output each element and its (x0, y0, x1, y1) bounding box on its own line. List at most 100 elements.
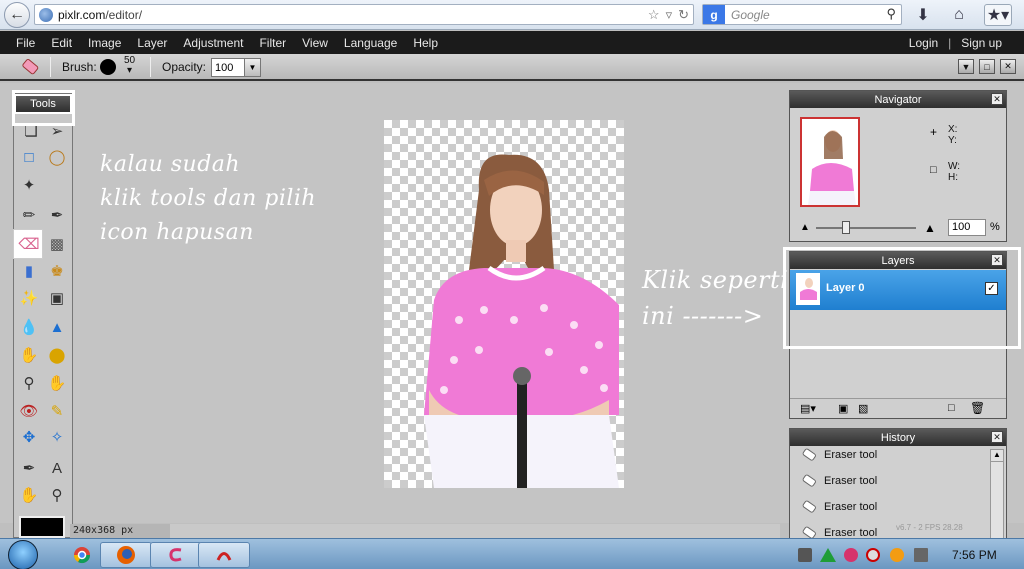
menu-edit[interactable]: Edit (43, 36, 80, 50)
gradient-icon[interactable]: ▮ (18, 260, 40, 282)
history-item[interactable]: Eraser tool (800, 470, 877, 492)
menu-layer[interactable]: Layer (129, 36, 175, 50)
brush-icon[interactable]: ✒ (46, 204, 68, 226)
history-item[interactable]: Eraser tool (800, 444, 877, 466)
image-canvas[interactable] (384, 120, 624, 488)
new-layer-icon[interactable]: □ (948, 402, 955, 414)
layer-style-icon[interactable]: ▧ (858, 402, 868, 415)
tray-device-icon[interactable] (798, 548, 812, 562)
paint-bucket-icon[interactable]: ▩ (46, 233, 68, 255)
close-icon[interactable]: ✕ (991, 431, 1003, 443)
google-icon[interactable]: g (703, 5, 725, 24)
color-replace-icon[interactable]: ✨ (18, 287, 40, 309)
eraser-icon (802, 500, 816, 513)
scroll-up-icon[interactable]: ▲ (991, 450, 1003, 462)
firefox-taskbar-icon[interactable] (100, 542, 152, 568)
opacity-select[interactable]: 100 ▼ (211, 58, 261, 77)
navigator-thumbnail[interactable] (800, 117, 860, 207)
history-item[interactable]: Eraser tool (800, 496, 877, 518)
fps-readout: v6.7 - 2 FPS 28.28 (896, 523, 963, 532)
sponge-icon[interactable]: ⬤ (46, 344, 68, 366)
menu-file[interactable]: File (8, 36, 43, 50)
zoom-out-icon[interactable]: ▲ (800, 222, 810, 233)
menu-help[interactable]: Help (405, 36, 446, 50)
menu-image[interactable]: Image (80, 36, 129, 50)
clone-stamp-icon[interactable]: ♚ (46, 260, 68, 282)
bookmark-star-icon[interactable]: ☆ (648, 7, 660, 23)
tray-network-icon[interactable] (914, 548, 928, 562)
close-icon[interactable]: ✕ (991, 93, 1003, 105)
dropdown-arrow-icon[interactable]: ▿ (666, 7, 673, 23)
layer-mask-icon[interactable]: ▣ (838, 402, 848, 415)
eraser-tool-icon[interactable]: ⌫ (18, 233, 40, 255)
opacity-value: 100 (215, 61, 234, 74)
color-swatch[interactable] (19, 516, 65, 538)
bloat-icon[interactable]: ✥ (18, 426, 40, 448)
reload-icon[interactable]: ↻ (678, 7, 689, 23)
lasso-icon[interactable]: ◯ (46, 146, 68, 168)
back-arrow-icon[interactable]: ← (4, 2, 30, 28)
app-taskbar-icon[interactable] (150, 542, 202, 568)
tray-update-icon[interactable] (890, 548, 904, 562)
trash-icon[interactable]: 🗑 (970, 401, 985, 415)
tray-app-icon[interactable] (844, 548, 858, 562)
color-picker-icon[interactable]: ✒ (18, 457, 40, 479)
drawing-icon[interactable]: ▣ (46, 287, 68, 309)
sharpen-icon[interactable]: ▲ (46, 316, 68, 338)
burn-icon[interactable]: ✋ (46, 372, 68, 394)
download-icon[interactable]: ⬇ (912, 4, 934, 26)
brush-size-picker[interactable]: 50 ▾ (124, 56, 135, 76)
annotation-left: kalau sudah klik tools dan pilih icon ha… (100, 148, 316, 250)
red-eye-icon[interactable]: 👁 (18, 400, 40, 422)
image-dimensions: 240x368 px (70, 524, 170, 538)
hand-icon[interactable]: ✋ (18, 484, 40, 506)
pinch-icon[interactable]: ✧ (46, 426, 68, 448)
dodge-icon[interactable]: ⚲ (18, 372, 40, 394)
zoom-slider[interactable] (816, 227, 916, 229)
highlight-tools-title (12, 90, 75, 126)
login-link[interactable]: Login (901, 36, 946, 50)
globe-icon (39, 7, 53, 22)
navigator-title: Navigator (874, 93, 922, 106)
taskbar-clock[interactable]: 7:56 PM (952, 548, 997, 562)
magic-wand-icon[interactable]: ✦ (18, 174, 40, 196)
history-panel: History ✕ Eraser tool Eraser tool Eraser t… (789, 428, 1007, 540)
layer-settings-icon[interactable]: ▤▾ (800, 402, 816, 415)
zoom-input[interactable]: 100 (948, 219, 986, 236)
menu-view[interactable]: View (294, 36, 336, 50)
close-icon[interactable]: ✕ (1000, 59, 1016, 74)
marquee-icon[interactable]: □ (18, 146, 40, 168)
smudge-icon[interactable]: ✋ (18, 344, 40, 366)
menu-language[interactable]: Language (336, 36, 405, 50)
zoom-icon[interactable]: ⚲ (46, 484, 68, 506)
annotation-line: ini -------> (642, 302, 764, 330)
search-icon[interactable]: ⚲ (886, 6, 896, 22)
brush-preview[interactable] (100, 59, 116, 75)
menu-adjustment[interactable]: Adjustment (175, 36, 251, 50)
pencil-icon[interactable]: ✏ (18, 204, 40, 226)
signup-link[interactable]: Sign up (953, 36, 1010, 50)
start-orb-icon[interactable] (8, 540, 38, 569)
minimize-icon[interactable]: ▼ (958, 59, 974, 74)
spot-heal-icon[interactable]: ✎ (46, 400, 68, 422)
browser-search-box[interactable]: g Google ⚲ (702, 4, 902, 25)
search-placeholder: Google (731, 7, 770, 22)
type-icon[interactable]: A (46, 457, 68, 479)
zoom-slider-handle[interactable] (842, 221, 850, 234)
chevron-down-icon[interactable]: ▼ (244, 59, 260, 76)
tray-blocked-icon[interactable] (866, 548, 880, 562)
divider (150, 57, 151, 77)
eraser-icon (22, 58, 39, 75)
home-icon[interactable]: ⌂ (948, 4, 970, 26)
maximize-icon[interactable]: □ (979, 59, 995, 74)
menu-filter[interactable]: Filter (251, 36, 294, 50)
address-bar[interactable]: pixlr.com/editor/ ☆ ▿ ↻ (34, 4, 694, 25)
blur-icon[interactable]: 💧 (18, 316, 40, 338)
annotation-line: Klik seperti (642, 266, 789, 294)
tray-vpn-icon[interactable] (820, 548, 836, 562)
zoom-in-icon[interactable]: ▲ (924, 221, 936, 235)
bookmarks-menu-icon[interactable]: ★▾ (984, 4, 1012, 26)
chevron-down-icon: ▾ (127, 65, 133, 76)
app2-taskbar-icon[interactable] (198, 542, 250, 568)
history-scrollbar[interactable]: ▲ (990, 449, 1004, 539)
